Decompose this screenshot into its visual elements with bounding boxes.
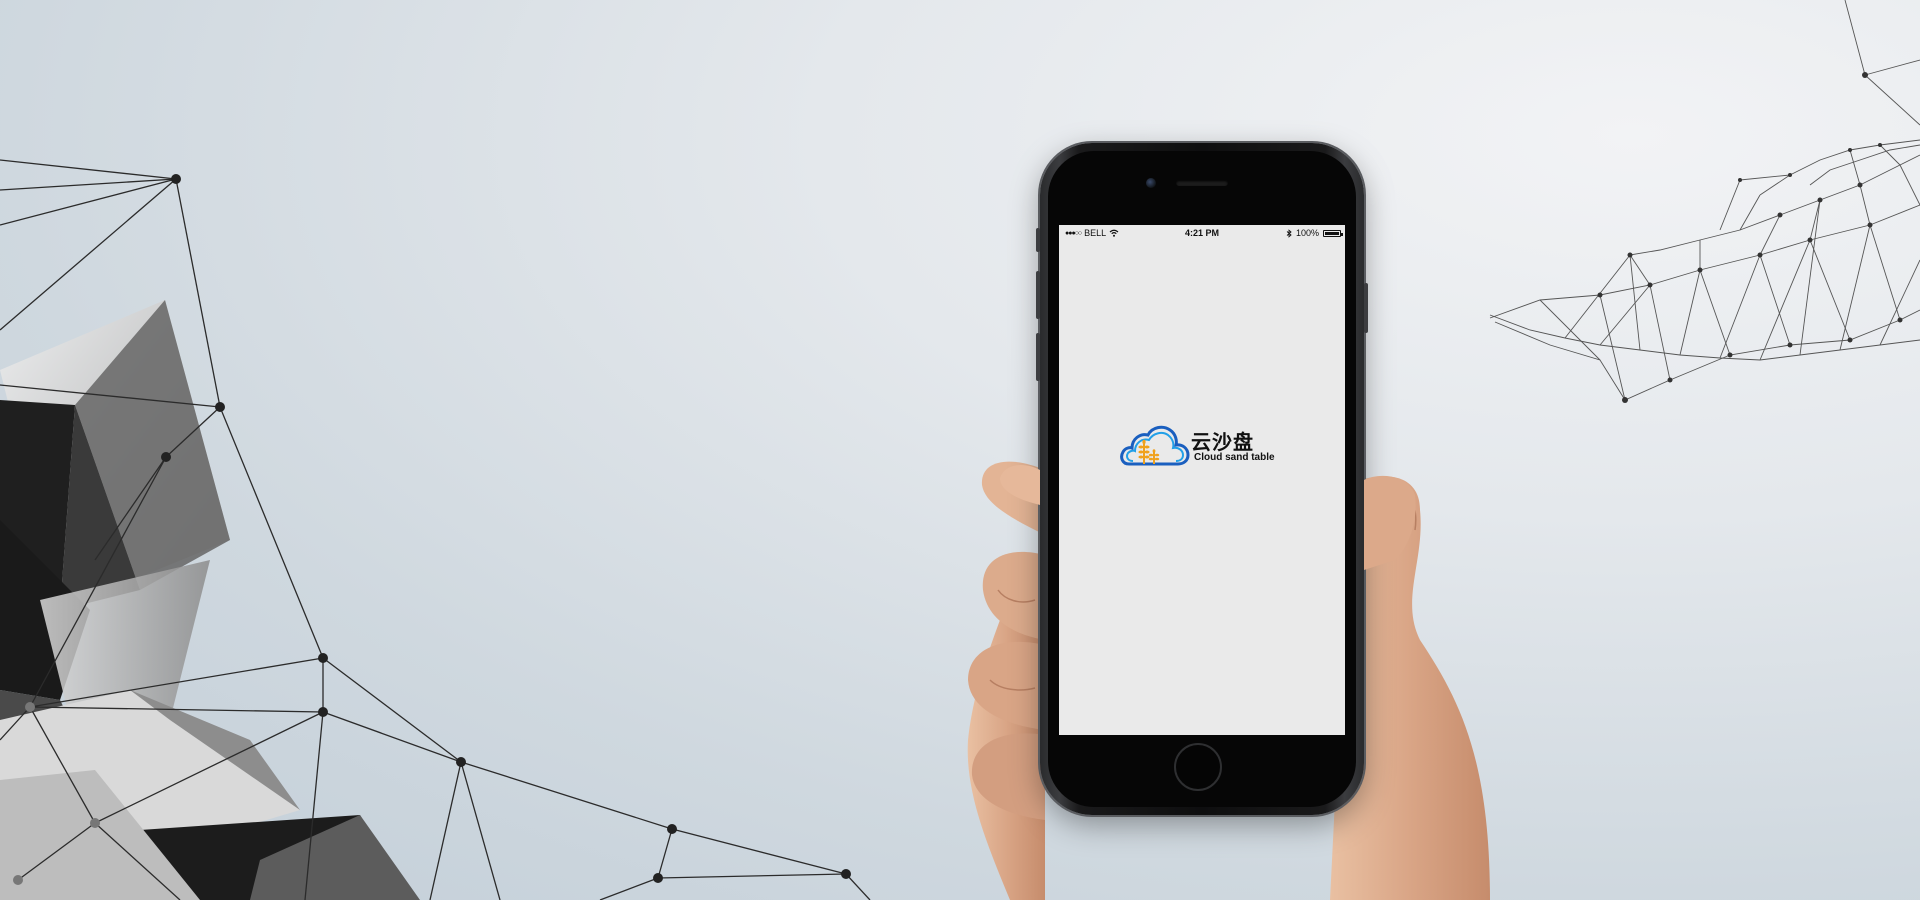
app-name-english: Cloud sand table [1194,452,1275,463]
cloud-logo-icon [1120,425,1190,466]
bluetooth-icon [1286,228,1292,238]
power-button[interactable] [1364,283,1368,333]
app-logo: 云沙盘 Cloud sand table [1119,422,1289,470]
volume-up-button[interactable] [1036,271,1040,319]
volume-down-button[interactable] [1036,333,1040,381]
app-name-chinese: 云沙盘 [1191,432,1254,454]
status-right: 100% [1286,228,1343,238]
front-camera [1146,178,1156,188]
status-bar: ●●●○○ BELL 4:21 PM 100% [1059,225,1345,241]
smartphone: ●●●○○ BELL 4:21 PM 100% 云沙盘 Cloud sand t… [1036,143,1368,815]
mute-switch [1036,228,1040,252]
home-button[interactable] [1174,743,1222,791]
battery-percent: 100% [1295,228,1319,238]
earpiece-speaker [1176,180,1228,186]
hand-holding-phone [967,461,1490,900]
phone-screen[interactable]: ●●●○○ BELL 4:21 PM 100% 云沙盘 Cloud sand t… [1059,225,1345,735]
battery-icon [1323,229,1343,237]
